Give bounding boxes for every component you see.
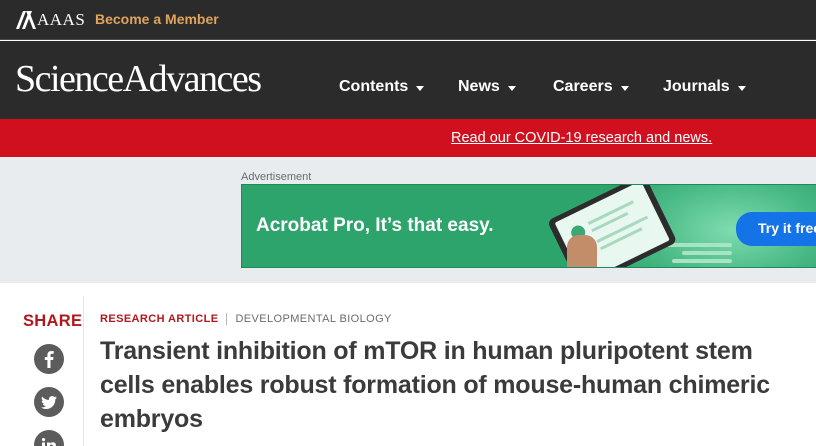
nav-contents-label: Contents	[339, 78, 409, 95]
aaas-mark-icon	[16, 11, 36, 29]
aaas-logo-text: AAAS	[37, 10, 86, 29]
advertisement-banner[interactable]: Acrobat Pro, It’s that easy. Try it free	[241, 184, 816, 268]
nav-journals-label: Journals	[663, 78, 730, 95]
ad-decoration	[672, 259, 732, 263]
nav-news-menu[interactable]: News	[458, 78, 516, 96]
twitter-share-button[interactable]	[34, 387, 64, 417]
twitter-icon	[41, 395, 57, 409]
hand-illustration	[567, 235, 597, 267]
science-advances-logo[interactable]: ScienceAdvances	[15, 57, 262, 101]
advertisement-label: Advertisement	[241, 171, 312, 183]
article-subject-link[interactable]: DEVELOPMENTAL BIOLOGY	[235, 313, 391, 325]
article-meta: RESEARCH ARTICLE DEVELOPMENTAL BIOLOGY	[100, 313, 392, 325]
chevron-down-icon	[737, 85, 746, 91]
linkedin-share-button[interactable]	[34, 430, 64, 446]
chevron-down-icon	[416, 85, 425, 91]
nav-careers-label: Careers	[553, 78, 613, 95]
facebook-icon	[44, 351, 54, 368]
ad-decoration	[682, 251, 732, 255]
article-header: SHARE RESEARCH ARTICLE DEVELOPMENTAL BIO…	[0, 283, 816, 446]
aaas-top-bar: AAAS Become a Member	[0, 0, 816, 40]
try-it-free-button[interactable]: Try it free	[736, 212, 816, 246]
share-label: SHARE	[23, 312, 83, 330]
meta-separator	[226, 313, 228, 325]
facebook-share-button[interactable]	[34, 344, 64, 374]
article-type-link[interactable]: RESEARCH ARTICLE	[100, 313, 218, 325]
covid-research-link[interactable]: Read our COVID-19 research and news.	[451, 130, 712, 146]
aaas-logo[interactable]: AAAS	[16, 10, 85, 30]
become-member-link[interactable]: Become a Member	[95, 11, 219, 27]
nav-careers-menu[interactable]: Careers	[553, 78, 629, 96]
article-divider	[83, 296, 84, 446]
chevron-down-icon	[620, 85, 629, 91]
chevron-down-icon	[507, 85, 516, 91]
nav-journals-menu[interactable]: Journals	[663, 78, 746, 96]
linkedin-icon	[42, 438, 56, 446]
ad-headline: Acrobat Pro, It’s that easy.	[256, 215, 494, 236]
covid-banner: Read our COVID-19 research and news.	[0, 119, 816, 157]
nav-news-label: News	[458, 78, 500, 95]
nav-contents-menu[interactable]: Contents	[339, 78, 425, 96]
article-title: Transient inhibition of mTOR in human pl…	[100, 337, 770, 433]
advertisement-zone: Advertisement Acrobat Pro, It’s that eas…	[0, 157, 816, 283]
main-navigation: ScienceAdvances Contents News Careers Jo…	[0, 41, 816, 119]
